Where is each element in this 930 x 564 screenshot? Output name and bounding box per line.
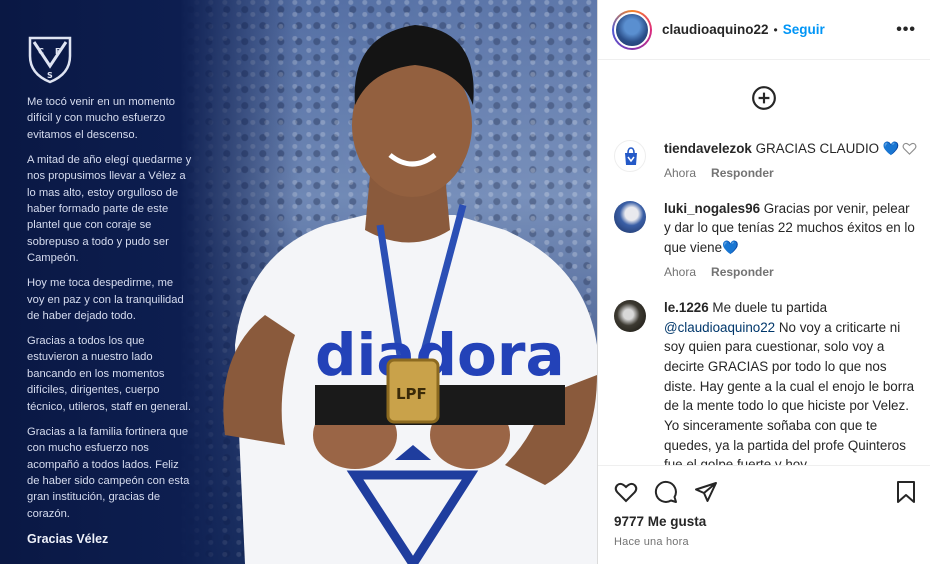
post-media[interactable]: C F S Me tocó venir en un momento difíci… bbox=[0, 0, 597, 564]
plus-circle-icon[interactable] bbox=[751, 85, 777, 111]
caption-paragraph: Gracias a la familia fortinera que con m… bbox=[27, 425, 190, 520]
caption-paragraph: Me tocó venir en un momento difícil y co… bbox=[27, 96, 175, 141]
shopping-bag-icon bbox=[625, 147, 637, 165]
velez-crest-icon: C F S bbox=[28, 36, 72, 84]
caption-signature: Gracias Vélez bbox=[27, 531, 109, 546]
like-comment-heart-icon[interactable] bbox=[902, 141, 917, 156]
comment-username[interactable]: luki_nogales96 bbox=[664, 201, 760, 216]
post-actions: 9777 Me gusta Hace una hora bbox=[598, 465, 930, 564]
player-photo: diadora LPF bbox=[223, 25, 597, 564]
comment-time: Ahora bbox=[664, 264, 697, 279]
comment-text: Me duele tu partida bbox=[712, 299, 828, 315]
add-to-story-row bbox=[598, 60, 930, 136]
comments-list[interactable]: tiendavelezok GRACIAS CLAUDIO 💙 Ahora Re… bbox=[598, 138, 930, 465]
caption-paragraph: Gracias a todos los que estuvieron a nue… bbox=[27, 335, 191, 413]
caption-paragraph: Hoy me toca despedirme, me voy en paz y … bbox=[27, 277, 184, 323]
comment-bubble-icon[interactable] bbox=[654, 480, 678, 504]
comment-text: GRACIAS CLAUDIO 💙 bbox=[755, 141, 900, 156]
post-caption: Me tocó venir en un momento difícil y co… bbox=[27, 94, 192, 547]
comment-username[interactable]: le.1226 bbox=[664, 300, 709, 315]
likes-count[interactable]: 9777 Me gusta bbox=[598, 504, 930, 529]
svg-text:S: S bbox=[47, 71, 53, 80]
comment-text: No voy a criticarte ni soy quien para cu… bbox=[664, 319, 915, 465]
medal-label: LPF bbox=[396, 385, 427, 403]
comment-username[interactable]: tiendavelezok bbox=[664, 141, 752, 156]
commenter-avatar[interactable] bbox=[614, 200, 646, 233]
reply-button[interactable]: Responder bbox=[711, 166, 774, 180]
svg-text:C: C bbox=[38, 47, 44, 56]
save-bookmark-icon[interactable] bbox=[895, 480, 917, 504]
post-side-panel: claudioaquino22 • Seguir ••• tiendavelez… bbox=[597, 0, 930, 564]
caption-paragraph: A mitad de año elegí quedarme y nos prop… bbox=[27, 153, 192, 265]
separator-dot: • bbox=[773, 22, 778, 37]
post-timestamp: Hace una hora bbox=[614, 536, 689, 548]
shirt-brand-text: diadora bbox=[315, 321, 565, 389]
comment-mention-link[interactable]: @claudioaquino22 bbox=[664, 320, 775, 335]
reply-button[interactable]: Responder bbox=[711, 265, 774, 279]
comment-item: le.1226 Me duele tu partida @claudioaqui… bbox=[598, 298, 930, 465]
commenter-avatar[interactable] bbox=[614, 299, 646, 332]
comment-item: tiendavelezok GRACIAS CLAUDIO 💙 Ahora Re… bbox=[598, 138, 930, 180]
comment-item: luki_nogales96 Gracias por venir, pelear… bbox=[598, 199, 930, 279]
commenter-avatar[interactable] bbox=[614, 140, 646, 172]
more-options-icon[interactable]: ••• bbox=[896, 21, 916, 39]
post-header: claudioaquino22 • Seguir ••• bbox=[598, 0, 930, 60]
author-avatar[interactable] bbox=[612, 9, 652, 50]
like-heart-icon[interactable] bbox=[614, 480, 638, 504]
comment-time: Ahora bbox=[664, 165, 697, 180]
follow-button[interactable]: Seguir bbox=[783, 22, 825, 37]
share-send-icon[interactable] bbox=[694, 480, 718, 504]
author-username[interactable]: claudioaquino22 bbox=[662, 22, 769, 37]
svg-text:F: F bbox=[55, 47, 60, 56]
